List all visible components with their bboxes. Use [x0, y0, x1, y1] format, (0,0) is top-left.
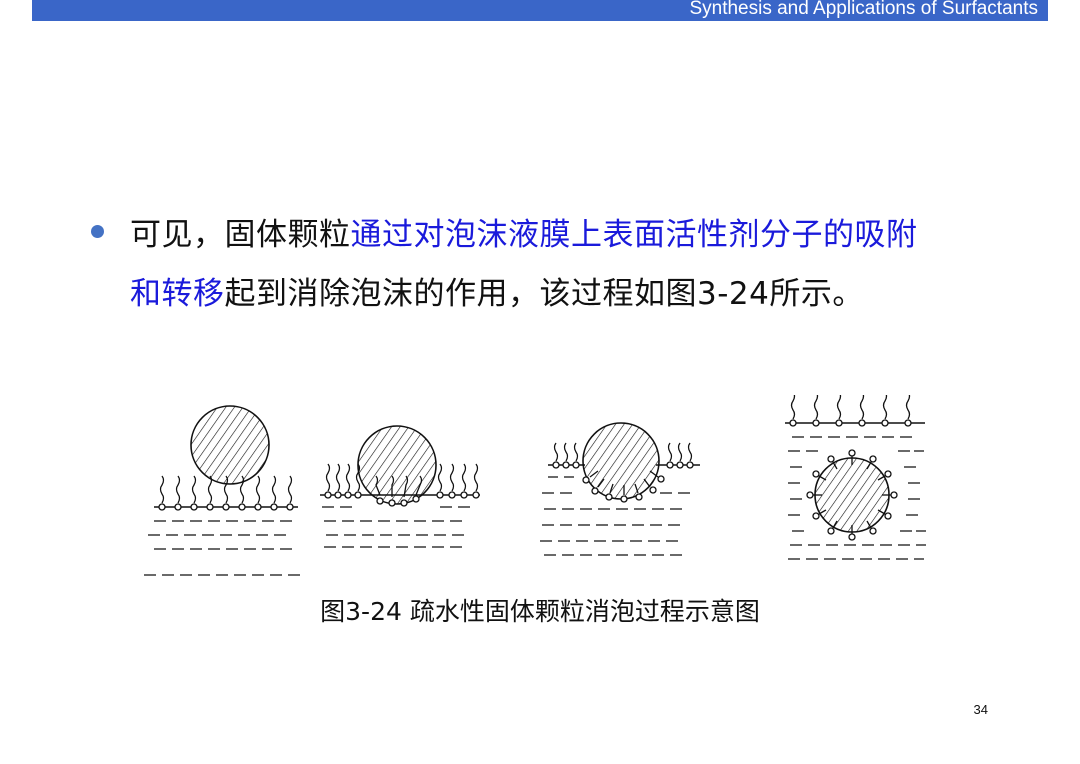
- solid-particle: [814, 457, 890, 533]
- highlighted-text: 和转移: [130, 276, 225, 312]
- header-bar: Synthesis and Applications of Surfactant…: [32, 0, 1048, 21]
- highlighted-text: 通过对泡沫液膜上表面活性剂分子的吸附: [350, 217, 918, 253]
- panel-3: [540, 422, 700, 556]
- text-segment: 可见，固体颗粒: [130, 217, 351, 253]
- page-number: 34: [973, 702, 988, 717]
- bullet-text: 可见，固体颗粒通过对泡沫液膜上表面活性剂分子的吸附 和转移起到消除泡沫的作用，该…: [130, 206, 1030, 324]
- header-title: Synthesis and Applications of Surfactant…: [689, 0, 1038, 19]
- panel-4: [785, 395, 926, 560]
- liquid-dashes: [322, 506, 470, 548]
- liquid-dashes: [144, 520, 300, 576]
- defoaming-process-figure: [144, 395, 926, 576]
- surfactant-molecules: [789, 395, 912, 427]
- panel-2: [320, 425, 480, 548]
- text-segment: 起到消除泡沫的作用，该过程如图3-24所示。: [224, 276, 864, 312]
- solid-particle: [357, 425, 437, 505]
- figure-caption: 图3-24 疏水性固体颗粒消泡过程示意图: [320, 597, 760, 626]
- solid-particle: [190, 405, 270, 485]
- bullet-icon: [91, 225, 104, 238]
- panel-1: [144, 405, 300, 576]
